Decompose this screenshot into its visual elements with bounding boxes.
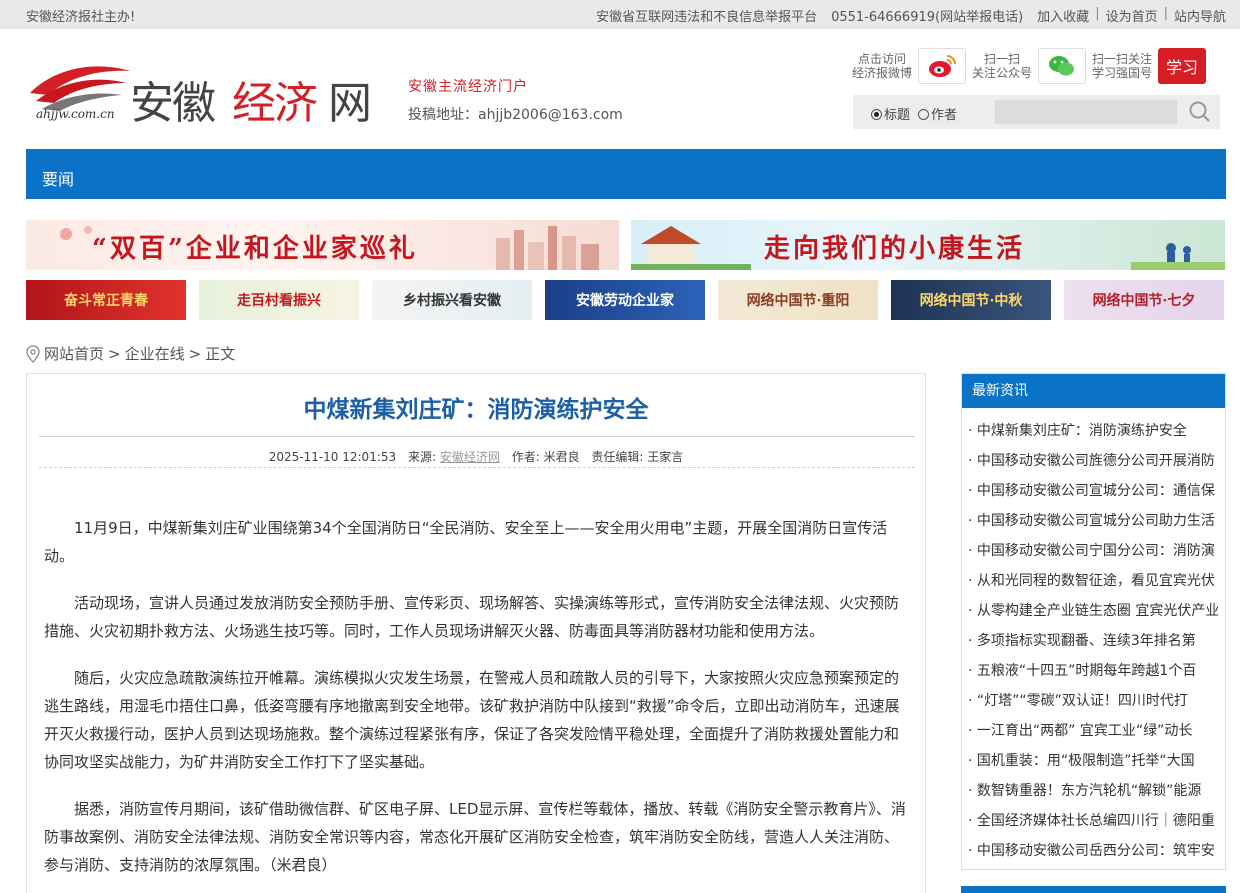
top-bar: 安徽经济报社主办! 安徽省互联网违法和不良信息举报平台 0551-6466691… [0, 0, 1240, 29]
news-list-item[interactable]: · 全国经济媒体社长总编四川行｜德阳重 [968, 806, 1218, 836]
wechat-button[interactable] [1038, 48, 1087, 84]
news-list-item[interactable]: · 中国移动安徽公司宁国分公司：消防演 [968, 536, 1218, 566]
article-title: 中煤新集刘庄矿：消防演练护安全 [303, 397, 649, 423]
main-nav: 要闻 [26, 149, 1226, 199]
news-list-item[interactable]: · 从和光同程的数智征途，看见宜宾光伏 [968, 566, 1218, 596]
logo-domain: ahjjw.com.cn [36, 107, 115, 121]
breadcrumb-section[interactable]: 企业在线 [125, 343, 185, 364]
weibo-button[interactable] [918, 48, 967, 84]
article-source-link[interactable]: 安徽经济网 [440, 450, 500, 464]
top-links: 安徽省互联网违法和不良信息举报平台 0551-64666919(网站举报电话) … [596, 6, 1226, 25]
banner-small-7[interactable]: 网络中国节·七夕 [1064, 280, 1224, 320]
article-paragraph: 据悉，消防宣传月期间，该矿借助微信群、矿区电子屏、LED显示屏、宣传栏等载体，播… [44, 800, 906, 874]
author-label: 作者: [511, 450, 540, 464]
banner-shuangbai[interactable]: “双百”企业和企业家巡礼 [26, 220, 619, 270]
site-header: ahjjw.com.cn 安徽 经济 网 安徽主流经济门户 投稿地址：ahjjb… [0, 29, 1240, 149]
news-list-item[interactable]: · 多项指标实现翻番、连续3年排名第 [968, 626, 1218, 656]
article-datetime: 2025-11-10 12:01:53 [268, 450, 397, 464]
banner-small-2[interactable]: 走百村看振兴 [199, 280, 359, 320]
logo-name-part-a: 安徽 [130, 78, 216, 129]
latest-news-heading: 最新资讯 [962, 374, 1225, 408]
wechat-icon [1049, 56, 1075, 76]
latest-news-list: · 中煤新集刘庄矿：消防演练护安全 · 中国移动安徽公司旌德分公司开展消防 · … [962, 408, 1225, 866]
news-list-item[interactable]: · 数智铸重器！东方汽轮机“解锁”能源 [968, 776, 1218, 806]
news-list-item[interactable]: · 一江育出“两都” 宜宾工业“绿”动长 [968, 716, 1218, 746]
radio-checked-icon[interactable] [871, 109, 882, 120]
report-platform-link[interactable]: 安徽省互联网违法和不良信息举报平台 [596, 6, 817, 25]
breadcrumb-home[interactable]: 网站首页 [44, 343, 104, 364]
news-list-item[interactable]: · 中国移动安徽公司岳西分公司：筑牢安 [968, 836, 1218, 866]
report-hotline: 0551-64666919(网站举报电话) [831, 10, 1024, 25]
wechat-label: 扫一扫 关注公众号 [972, 52, 1033, 80]
meta-divider [39, 467, 915, 468]
xuexi-label: 扫一扫关注 学习强国号 [1092, 52, 1153, 80]
search-option-title[interactable]: 标题 [871, 104, 910, 123]
breadcrumb-separator: > [108, 344, 121, 363]
contribute-email: 投稿地址：ahjjb2006@163.com [408, 107, 623, 123]
search-bar: 标题 作者 [853, 95, 1220, 129]
logo-name-part-b: 经济 [232, 78, 318, 129]
social-links: 点击访问 经济报微博 扫一扫 关注公众号 扫一扫关注 学习强国号 学习 [852, 48, 1207, 84]
editor-label: 责任编辑: [591, 450, 644, 464]
site-nav-link[interactable]: 站内导航 [1174, 6, 1226, 25]
breadcrumb: 网站首页 > 企业在线 > 正文 [26, 343, 235, 364]
breadcrumb-separator: > [188, 344, 202, 363]
news-list-item[interactable]: · “灯塔”“零碳”双认证！四川时代打 [968, 686, 1218, 716]
nav-item-news[interactable]: 要闻 [42, 166, 74, 190]
add-favorite-link[interactable]: 加入收藏 [1037, 6, 1089, 25]
news-list-item[interactable]: · 中国移动安徽公司旌德分公司开展消防 [968, 446, 1218, 476]
article-author: 米君良 [543, 450, 580, 464]
banner-xiaokang[interactable]: 走向我们的小康生活 [631, 220, 1225, 270]
weibo-label: 点击访问 经济报微博 [852, 52, 913, 80]
banner-shuangbai-text: “双百”企业和企业家巡礼 [92, 234, 418, 264]
logo-name-part-c: 网 [328, 78, 372, 129]
news-list-item[interactable]: · 国机重装：用“极限制造”托举“大国 [968, 746, 1218, 776]
news-list-item[interactable]: · 中国移动安徽公司宣城分公司：通信保 [968, 476, 1218, 506]
article-paragraph: 11月9日，中煤新集刘庄矿业围绕第34个全国消防日“全民消防、安全至上——安全用… [44, 519, 888, 565]
banner-small-6[interactable]: 网络中国节·中秋 [891, 280, 1051, 320]
banner-small-3[interactable]: 乡村振兴看安徽 [372, 280, 532, 320]
news-list-item[interactable]: · 从零构建全产业链生态圈 宜宾光伏产业 [968, 596, 1218, 626]
site-slogan: 安徽主流经济门户 [408, 79, 528, 95]
title-divider [39, 436, 915, 437]
set-homepage-link[interactable]: 设为首页 [1106, 6, 1158, 25]
article-meta: 2025-11-10 12:01:53 来源: 安徽经济网 作者: 米君良 责任… [27, 448, 925, 465]
search-input[interactable] [995, 100, 1177, 124]
news-list-item[interactable]: · 五粮液“十四五”时期每年跨越1个百 [968, 656, 1218, 686]
news-list-item[interactable]: · 中国移动安徽公司宣城分公司助力生活 [968, 506, 1218, 536]
article-panel: 中煤新集刘庄矿：消防演练护安全 2025-11-10 12:01:53 来源: … [26, 373, 926, 893]
xuexi-qiangguo-button[interactable]: 学习 [1158, 48, 1207, 84]
site-logo[interactable]: ahjjw.com.cn 安徽 经济 网 [26, 53, 386, 129]
latest-news-panel: 最新资讯 · 中煤新集刘庄矿：消防演练护安全 · 中国移动安徽公司旌德分公司开展… [961, 373, 1226, 870]
search-button[interactable] [1187, 100, 1213, 124]
radio-unchecked-icon[interactable] [918, 109, 930, 120]
article-paragraph: 随后，火灾应急疏散演练拉开帷幕。演练模拟火灾发生场景，在警戒人员和疏散人员的引导… [44, 669, 900, 771]
search-option-author[interactable]: 作者 [918, 104, 957, 123]
article-body: 11月9日，中煤新集刘庄矿业围绕第34个全国消防日“全民消防、安全至上——安全用… [44, 514, 910, 893]
separator: | [1095, 6, 1100, 21]
source-label: 来源: [407, 450, 437, 464]
banner-small-1[interactable]: 奋斗常正青春 [26, 280, 186, 320]
article-editor: 王家言 [647, 450, 684, 464]
search-type-options: 标题 作者 [871, 104, 957, 123]
second-sidebar-heading [961, 886, 1226, 893]
search-icon [1189, 101, 1210, 122]
organizer-text: 安徽经济报社主办! [26, 10, 136, 25]
weibo-icon [929, 55, 957, 77]
separator: | [1163, 6, 1168, 21]
location-pin-icon [26, 344, 40, 363]
banner-small-5[interactable]: 网络中国节·重阳 [718, 280, 878, 320]
article-paragraph: 活动现场，宣讲人员通过发放消防安全预防手册、宣传彩页、现场解答、实操演练等形式，… [44, 594, 900, 640]
banner-xiaokang-text: 走向我们的小康生活 [764, 234, 1026, 264]
banner-small-4[interactable]: 安徽劳动企业家 [545, 280, 705, 320]
breadcrumb-current: 正文 [205, 345, 236, 363]
news-list-item[interactable]: · 中煤新集刘庄矿：消防演练护安全 [968, 416, 1218, 446]
